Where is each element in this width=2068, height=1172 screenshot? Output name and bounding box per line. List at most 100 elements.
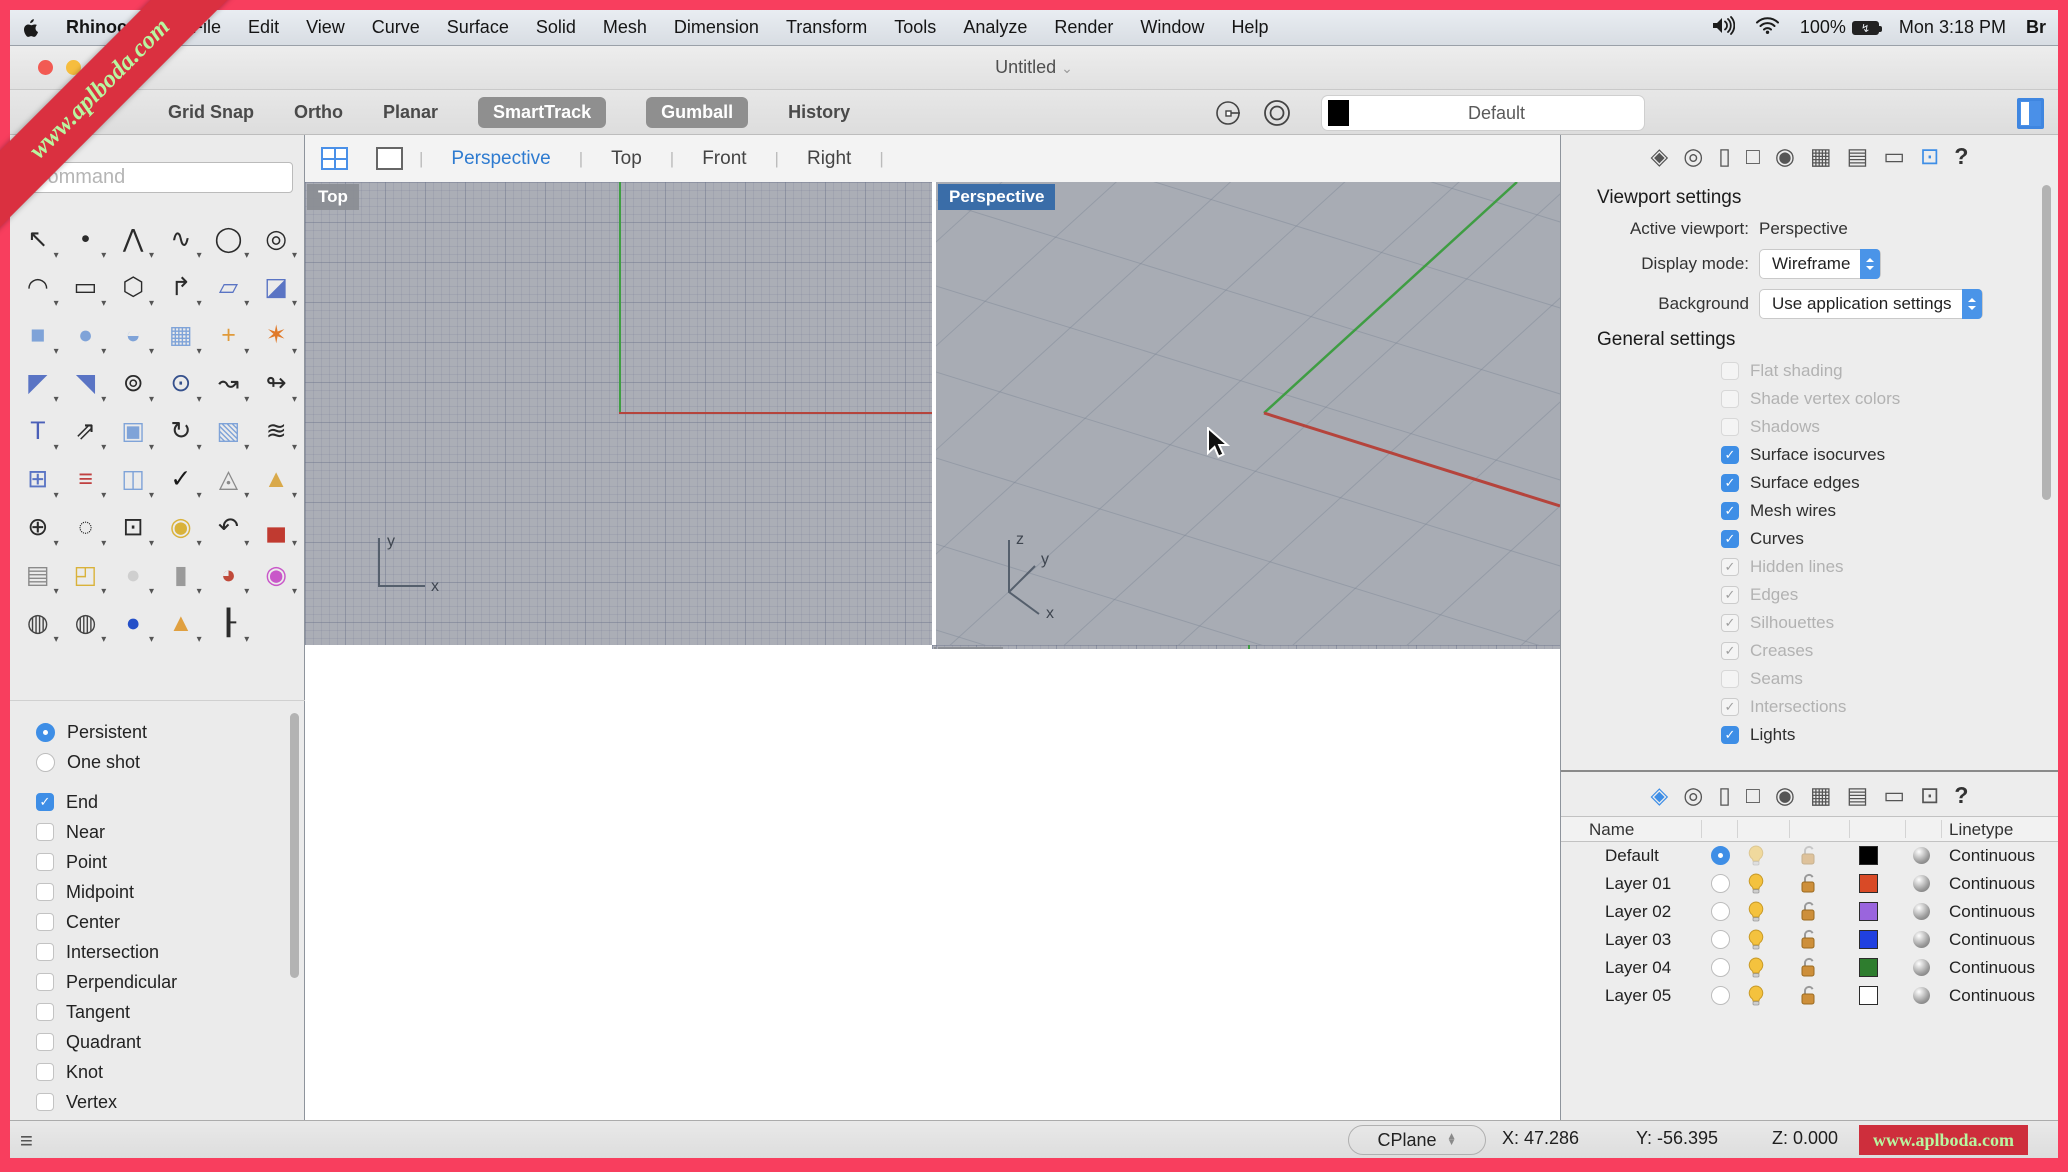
- properties-icon[interactable]: ◎: [1683, 143, 1703, 170]
- viewport-tab[interactable]: Right: [783, 148, 875, 170]
- osnap-check-row[interactable]: Point: [36, 847, 305, 877]
- properties-icon[interactable]: ◎: [1683, 782, 1703, 809]
- tool-icon[interactable]: ◤: [14, 359, 62, 407]
- layer-lock-icon[interactable]: [1799, 845, 1817, 871]
- tool-icon[interactable]: ↻: [157, 407, 205, 455]
- tool-icon[interactable]: ⊞: [14, 455, 62, 503]
- osnap-check-row[interactable]: Vertex: [36, 1087, 305, 1117]
- current-layer-radio[interactable]: [1711, 930, 1730, 949]
- viewport-tab[interactable]: Perspective: [427, 148, 574, 170]
- menu-item[interactable]: Curve: [372, 17, 420, 38]
- display-mode-select[interactable]: Wireframe: [1759, 249, 1882, 279]
- double-circle-icon[interactable]: [1262, 98, 1292, 128]
- layer-visibility-bulb-icon[interactable]: [1747, 985, 1765, 1011]
- checkbox[interactable]: [36, 793, 54, 811]
- layer-linetype[interactable]: Continuous: [1949, 902, 2035, 922]
- display-option-row[interactable]: Flat shading: [1721, 357, 2058, 385]
- checkbox[interactable]: [36, 1033, 54, 1051]
- tool-icon[interactable]: ⊡: [109, 503, 157, 551]
- tool-icon[interactable]: •: [62, 215, 110, 263]
- layer-name[interactable]: Layer 01: [1605, 874, 1671, 894]
- checkbox[interactable]: [1721, 726, 1739, 744]
- layer-lock-icon[interactable]: [1799, 901, 1817, 927]
- frame-icon[interactable]: ▭: [1883, 782, 1905, 809]
- tool-icon[interactable]: ⋀: [109, 215, 157, 263]
- osnap-check-row[interactable]: Midpoint: [36, 877, 305, 907]
- menu-item[interactable]: Tools: [894, 17, 936, 38]
- tool-icon[interactable]: ◎: [252, 215, 300, 263]
- current-layer-field[interactable]: Default: [1322, 96, 1644, 130]
- checkbox[interactable]: [1721, 558, 1739, 576]
- current-layer-radio[interactable]: [1711, 958, 1730, 977]
- tool-icon[interactable]: ∿: [157, 215, 205, 263]
- layer-linetype[interactable]: Continuous: [1949, 958, 2035, 978]
- viewport-front-badge[interactable]: Front: [934, 647, 936, 649]
- frame-icon[interactable]: ▭: [1883, 143, 1905, 170]
- layer-color-swatch[interactable]: [1859, 958, 1878, 977]
- osnap-check-row[interactable]: Center: [36, 907, 305, 937]
- tool-icon[interactable]: ●: [62, 311, 110, 359]
- checkbox[interactable]: [1721, 362, 1739, 380]
- tool-icon[interactable]: ◯: [205, 215, 253, 263]
- display-option-row[interactable]: Hidden lines: [1721, 553, 2058, 581]
- display-option-row[interactable]: Surface edges: [1721, 469, 2058, 497]
- tool-icon[interactable]: ⬡: [109, 263, 157, 311]
- layer-lock-icon[interactable]: [1799, 957, 1817, 983]
- checkbox[interactable]: [36, 1093, 54, 1111]
- checkbox[interactable]: [1721, 446, 1739, 464]
- menu-clock[interactable]: Mon 3:18 PM: [1899, 17, 2006, 38]
- menu-item[interactable]: Transform: [786, 17, 867, 38]
- tool-icon[interactable]: ◪: [252, 263, 300, 311]
- tool-icon[interactable]: ↱: [157, 263, 205, 311]
- battery-indicator[interactable]: 100% ↯: [1800, 17, 1882, 38]
- point-circle-icon[interactable]: [1214, 98, 1244, 128]
- viewport-top[interactable]: Top y x: [305, 182, 932, 645]
- page-icon[interactable]: ▯: [1718, 143, 1731, 170]
- wifi-icon[interactable]: [1755, 16, 1780, 39]
- command-input[interactable]: [22, 162, 293, 193]
- osnap-check-row[interactable]: Knot: [36, 1057, 305, 1087]
- layer-material-icon[interactable]: [1913, 903, 1930, 920]
- display-icon[interactable]: ⊡: [1920, 782, 1939, 809]
- checkbox[interactable]: [36, 913, 54, 931]
- notes-icon[interactable]: ▤: [1847, 143, 1869, 170]
- viewport-right[interactable]: Right z y: [936, 645, 1560, 649]
- tool-icon[interactable]: ◠: [14, 263, 62, 311]
- viewport-tab[interactable]: Front: [678, 148, 770, 170]
- tool-icon[interactable]: ┠: [205, 599, 253, 647]
- display-option-row[interactable]: Intersections: [1721, 693, 2058, 721]
- current-layer-radio[interactable]: [1711, 846, 1730, 865]
- tool-icon[interactable]: ⊕: [14, 503, 62, 551]
- toolbar-toggle[interactable]: Gumball: [646, 97, 749, 128]
- checkbox[interactable]: [1721, 530, 1739, 548]
- menu-item[interactable]: Analyze: [963, 17, 1027, 38]
- help-icon[interactable]: ?: [1954, 782, 1968, 809]
- tool-icon[interactable]: ◕: [205, 551, 253, 599]
- layer-row[interactable]: Layer 01 Continuous: [1561, 870, 2058, 898]
- sidebar-toggle-icon[interactable]: [2017, 98, 2044, 129]
- tool-icon[interactable]: +: [205, 311, 253, 359]
- menu-item[interactable]: Render: [1054, 17, 1113, 38]
- checkbox[interactable]: [1721, 670, 1739, 688]
- layer-name[interactable]: Layer 03: [1605, 930, 1671, 950]
- osnap-mode-row[interactable]: One shot: [36, 747, 305, 777]
- toolbar-toggle[interactable]: Grid Snap: [168, 102, 254, 123]
- current-layer-radio[interactable]: [1711, 874, 1730, 893]
- checkbox[interactable]: [36, 823, 54, 841]
- layer-visibility-bulb-icon[interactable]: [1747, 957, 1765, 983]
- osnap-mode-row[interactable]: Persistent: [36, 717, 305, 747]
- display-option-row[interactable]: Silhouettes: [1721, 609, 2058, 637]
- mesh-icon[interactable]: ▦: [1810, 782, 1832, 809]
- layer-name[interactable]: Layer 04: [1605, 958, 1671, 978]
- display-icon[interactable]: ⊡: [1920, 143, 1939, 170]
- tool-icon[interactable]: ◌: [62, 503, 110, 551]
- layer-row[interactable]: Layer 04 Continuous: [1561, 954, 2058, 982]
- checkbox[interactable]: [36, 1063, 54, 1081]
- layer-visibility-bulb-icon[interactable]: [1747, 929, 1765, 955]
- hamburger-menu-icon[interactable]: ≡: [20, 1128, 33, 1154]
- tool-icon[interactable]: ◰: [62, 551, 110, 599]
- tool-icon[interactable]: ✶: [252, 311, 300, 359]
- checkbox[interactable]: [36, 883, 54, 901]
- viewport-right-badge[interactable]: Right: [938, 647, 1004, 649]
- cplane-selector[interactable]: CPlane ▲ ▼: [1348, 1125, 1486, 1155]
